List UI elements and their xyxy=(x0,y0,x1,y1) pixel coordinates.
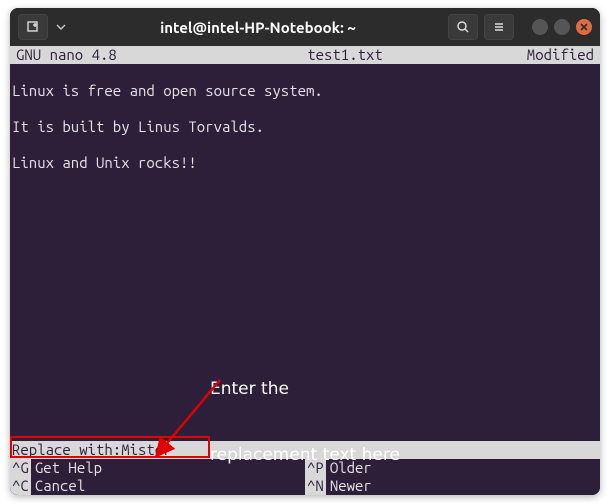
shortcut-key: ^G xyxy=(10,459,31,477)
minimize-button[interactable] xyxy=(532,19,548,35)
annotation-line: replacement text here xyxy=(210,444,400,466)
annotation-callout: Enter the replacement text here xyxy=(210,334,400,495)
window-title: intel@intel-HP-Notebook: ~ xyxy=(74,19,442,36)
terminal-body[interactable]: GNU nano 4.8 test1.txt Modified Linux is… xyxy=(10,46,600,495)
prompt-value: Mister xyxy=(121,441,171,459)
menu-button[interactable] xyxy=(484,14,514,40)
search-button[interactable] xyxy=(448,14,478,40)
editor-body[interactable]: Linux is free and open source system. It… xyxy=(10,64,600,441)
new-tab-button[interactable] xyxy=(18,14,48,40)
editor-line: Linux is free and open source system. xyxy=(12,82,323,99)
prompt-label: Replace with: xyxy=(12,441,121,459)
terminal-window: intel@intel-HP-Notebook: ~ xyxy=(10,8,600,495)
shortcut-key: ^C xyxy=(10,477,31,495)
nano-filename: test1.txt xyxy=(216,46,474,64)
nano-version: GNU nano 4.8 xyxy=(16,46,216,64)
nano-header: GNU nano 4.8 test1.txt Modified xyxy=(10,46,600,64)
maximize-button[interactable] xyxy=(554,19,570,35)
editor-line: Linux and Unix rocks!! xyxy=(12,154,197,171)
nano-status: Modified xyxy=(474,46,594,64)
shortcut-label: Get Help xyxy=(35,459,102,477)
annotation-line: Enter the xyxy=(210,378,400,400)
tab-dropdown-icon[interactable] xyxy=(54,14,68,40)
shortcut-label: Cancel xyxy=(35,477,85,495)
editor-line: It is built by Linus Torvalds. xyxy=(12,118,264,135)
close-button[interactable] xyxy=(576,19,592,35)
titlebar: intel@intel-HP-Notebook: ~ xyxy=(10,8,600,46)
